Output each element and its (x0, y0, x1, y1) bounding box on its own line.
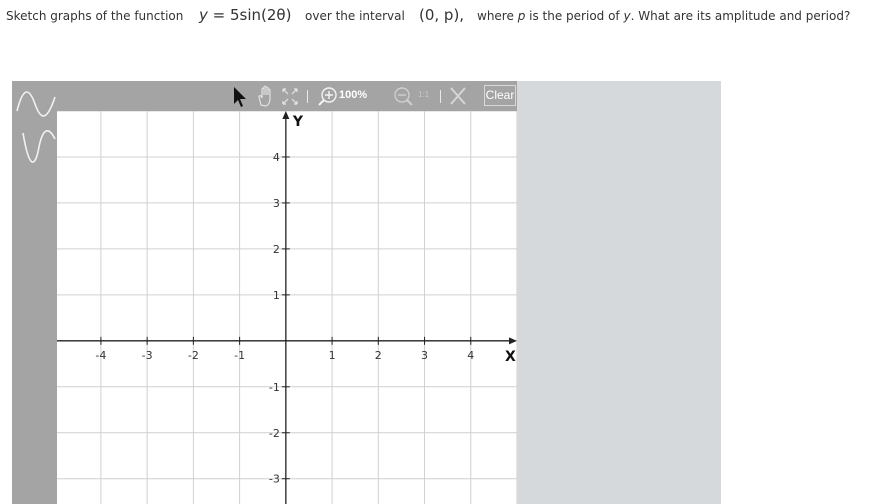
y-tick-label: -2 (269, 427, 280, 440)
coordinate-plane[interactable]: -4 -3 -2 -1 1 2 3 4 4 3 2 1 -1 -2 -3 X Y (57, 111, 517, 504)
fit-tool[interactable] (278, 81, 302, 111)
hand-icon (258, 85, 271, 107)
clear-button[interactable]: Clear (484, 85, 516, 106)
x-tick-label: -4 (95, 349, 106, 362)
curve-tool-strip (12, 81, 57, 504)
y-tick-label: 1 (273, 289, 280, 302)
sine-curve-tool[interactable] (15, 85, 57, 123)
zoom-out-button[interactable] (391, 81, 415, 111)
toolbar-separator (307, 90, 308, 103)
y-axis-arrow (282, 111, 290, 119)
zoom-in-button[interactable] (315, 81, 339, 111)
y-tick-label: 4 (273, 151, 280, 164)
close-x-icon (450, 87, 466, 105)
question-var-y: y (623, 9, 631, 23)
delete-tool[interactable] (446, 81, 470, 111)
arrow-cursor-icon (234, 87, 246, 107)
expand-icon (282, 88, 298, 105)
question-part-3c: . What are its amplitude and period? (630, 9, 851, 23)
x-tick-label: 3 (421, 349, 428, 362)
function-rhs: = 5sin(2θ) (212, 6, 292, 24)
question-part-1: Sketch graphs of the function (6, 9, 184, 23)
zoom-level: 100% (339, 89, 368, 101)
select-tool[interactable] (227, 81, 251, 111)
zoom-out-icon (394, 87, 413, 106)
y-tick-label: 2 (273, 243, 280, 256)
x-tick-label: 4 (467, 349, 474, 362)
x-axis-label: X (505, 349, 516, 365)
question-text: Sketch graphs of the function y = 5sin(2… (6, 6, 866, 28)
zoom-in-icon (318, 87, 337, 106)
question-part-3b: is the period of (529, 9, 620, 23)
cosine-wave-icon (22, 130, 56, 163)
question-part-3: where p is the period of y. What are its… (477, 9, 850, 23)
x-tick-label: -2 (188, 349, 199, 362)
question-part-2: over the interval (305, 9, 405, 23)
function-expression: y = 5sin(2θ) (199, 6, 291, 24)
y-tick-label: 3 (273, 197, 280, 210)
pan-tool[interactable] (253, 81, 277, 111)
question-var-p: p (517, 9, 526, 23)
reset-zoom-label[interactable]: 1:1 (418, 90, 429, 99)
toolbar-separator (440, 90, 441, 103)
graphing-widget: 100% 1:1 Clear -4 -3 -2 -1 1 2 3 4 4 3 2 1 -1 -2 -3 X Y (12, 81, 721, 504)
y-axis-label: Y (292, 114, 304, 130)
interval-expression: (0, p), (419, 6, 465, 24)
function-lhs: y (199, 6, 208, 24)
graph-canvas[interactable]: -4 -3 -2 -1 1 2 3 4 4 3 2 1 -1 -2 -3 X Y (57, 111, 517, 504)
x-tick-label: 1 (329, 349, 336, 362)
x-axis-arrow (509, 337, 517, 345)
y-tick-label: -1 (269, 381, 280, 394)
sine-wave-icon (16, 91, 56, 117)
graph-toolbar: 100% 1:1 Clear (57, 81, 517, 111)
y-tick-label: -3 (269, 473, 280, 486)
x-tick-label: 2 (375, 349, 382, 362)
x-tick-label: -3 (142, 349, 153, 362)
question-part-3a: where (477, 9, 514, 23)
x-tick-label: -1 (234, 349, 245, 362)
cosine-curve-tool[interactable] (15, 125, 57, 163)
